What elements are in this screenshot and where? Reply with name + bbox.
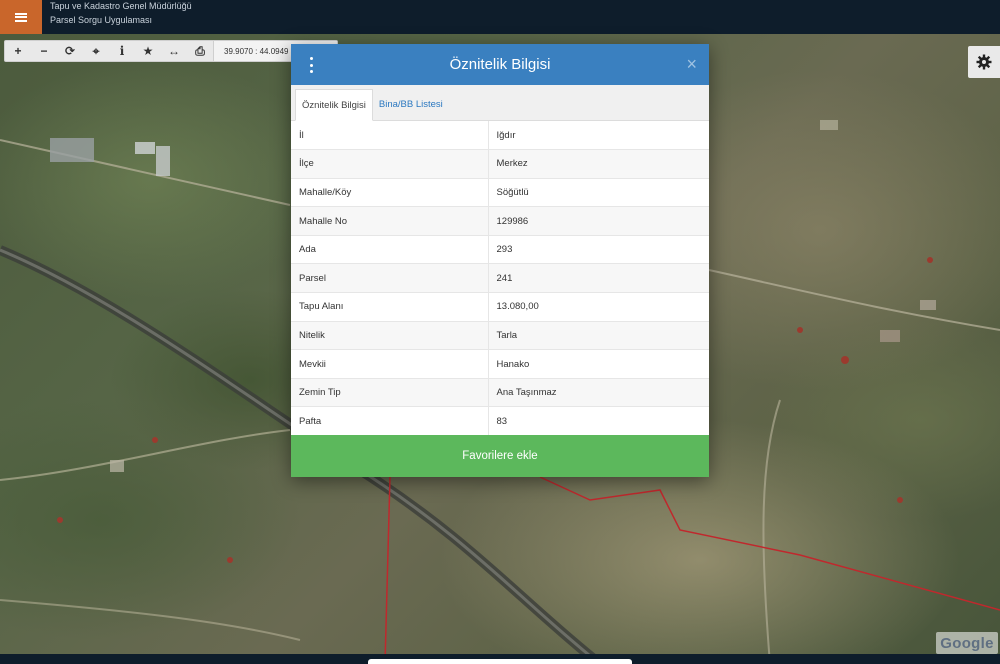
attribute-value: 241 (488, 263, 709, 294)
menu-button[interactable] (0, 0, 42, 34)
attribute-key: İlçe (291, 149, 489, 179)
measure-icon[interactable]: ↔ (161, 41, 187, 61)
attribute-value: 293 (488, 235, 709, 265)
info-icon[interactable]: i (109, 41, 135, 61)
dialog-tabs: Öznitelik Bilgisi Bina/BB Listesi (291, 85, 709, 121)
attribute-value: Ana Taşınmaz (488, 378, 709, 408)
table-row: Tapu Alanı 13.080,00 (291, 292, 709, 322)
table-row: Nitelik Tarla (291, 321, 709, 351)
table-row: Mahalle No 129986 (291, 206, 709, 236)
attribute-key: Pafta (291, 406, 489, 437)
locate-icon[interactable]: ⌖ (83, 41, 109, 61)
attribute-key: İl (291, 121, 489, 151)
star-icon[interactable]: ★ (135, 41, 161, 61)
attribute-key: Ada (291, 235, 489, 265)
table-row: İl Iğdır (291, 121, 709, 151)
hamburger-icon (15, 12, 27, 22)
app-name: Parsel Sorgu Uygulaması (50, 15, 153, 25)
attribute-value: Söğütlü (488, 178, 709, 208)
attribute-value: 83 (488, 406, 709, 437)
home-indicator[interactable] (368, 659, 632, 664)
org-name: Tapu ve Kadastro Genel Müdürlüğü (50, 1, 192, 11)
tab-building-list[interactable]: Bina/BB Listesi (373, 88, 449, 120)
dialog-header: Öznitelik Bilgisi × (291, 44, 709, 85)
table-row: Zemin Tip Ana Taşınmaz (291, 378, 709, 408)
attribute-key: Nitelik (291, 321, 489, 351)
close-icon[interactable]: × (686, 54, 697, 74)
attribute-key: Parsel (291, 263, 489, 294)
google-logo: Google (936, 632, 998, 654)
kebab-menu-icon[interactable] (305, 57, 317, 73)
attribute-key: Zemin Tip (291, 378, 489, 408)
settings-button[interactable] (968, 46, 1000, 78)
app-header: Tapu ve Kadastro Genel Müdürlüğü Parsel … (0, 0, 1000, 34)
gear-icon (976, 54, 992, 70)
map-toolbar: + − ⟳ ⌖ i ★ ↔ ⎙ 39.9070 : 44.0949 (4, 40, 338, 62)
refresh-icon[interactable]: ⟳ (57, 41, 83, 61)
print-icon[interactable]: ⎙ (187, 41, 213, 61)
attribute-value: Merkez (488, 149, 709, 179)
attribute-table: İl Iğdır İlçe Merkez Mahalle/Köy Söğütlü Mahal… (291, 121, 709, 437)
attribute-key: Mahalle/Köy (291, 178, 489, 208)
attribute-key: Mevkii (291, 349, 489, 379)
attribute-value: 13.080,00 (488, 292, 709, 322)
attribute-key: Mahalle No (291, 206, 489, 236)
add-to-favorites-button[interactable]: Favorilere ekle (291, 435, 709, 477)
table-row: Parsel 241 (291, 263, 709, 294)
attribute-info-dialog: Öznitelik Bilgisi × Öznitelik Bilgisi Bi… (291, 44, 709, 477)
attribute-value: Tarla (488, 321, 709, 351)
attribute-value: 129986 (488, 206, 709, 236)
zoom-out-icon[interactable]: − (31, 41, 57, 61)
table-row: Pafta 83 (291, 406, 709, 437)
attribute-key: Tapu Alanı (291, 292, 489, 322)
table-row: Mevkii Hanako (291, 349, 709, 379)
zoom-in-icon[interactable]: + (5, 41, 31, 61)
table-row: Ada 293 (291, 235, 709, 265)
tab-attribute-info[interactable]: Öznitelik Bilgisi (295, 89, 373, 121)
table-row: İlçe Merkez (291, 149, 709, 179)
attribute-value: Iğdır (488, 121, 709, 151)
table-row: Mahalle/Köy Söğütlü (291, 178, 709, 208)
attribute-value: Hanako (488, 349, 709, 379)
dialog-title: Öznitelik Bilgisi (449, 56, 551, 73)
app-titles: Tapu ve Kadastro Genel Müdürlüğü Parsel … (50, 0, 192, 26)
